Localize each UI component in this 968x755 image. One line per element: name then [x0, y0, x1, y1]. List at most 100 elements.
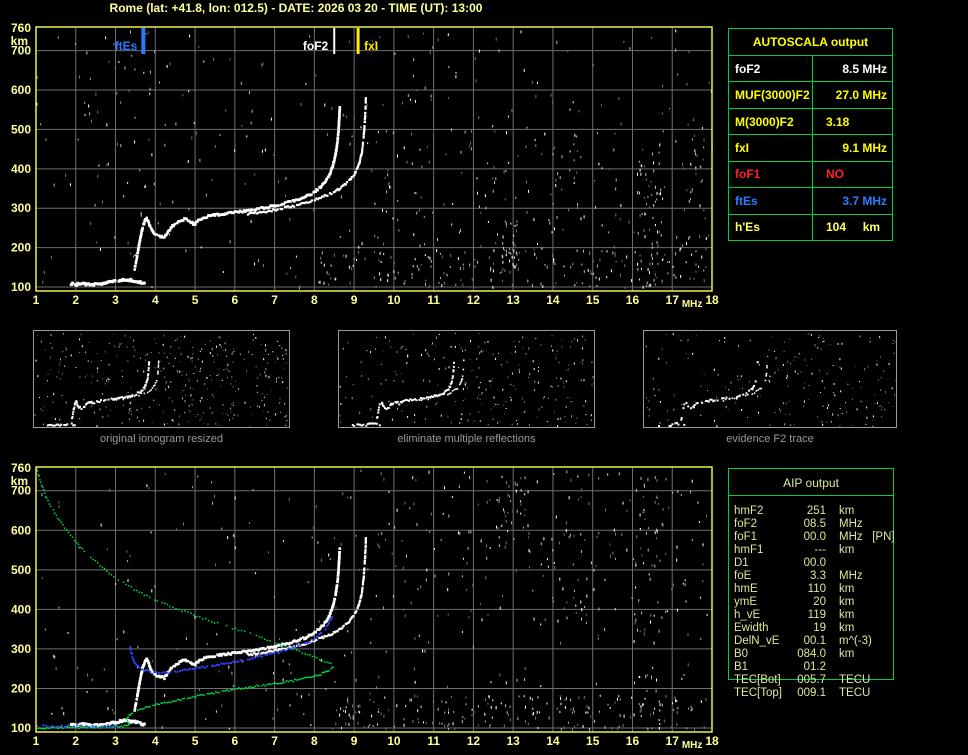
- aip-value: 110: [807, 583, 826, 595]
- svg-text:14: 14: [546, 734, 560, 748]
- svg-text:1: 1: [33, 734, 40, 748]
- aip-label: Ewidth: [734, 622, 769, 634]
- svg-text:760: 760: [11, 21, 31, 35]
- autoscala-value: 3.18: [826, 114, 850, 129]
- aip-label: D1: [734, 557, 749, 569]
- ionogram-traces: [69, 97, 367, 287]
- svg-text:11: 11: [427, 293, 440, 307]
- svg-text:500: 500: [11, 563, 31, 577]
- restored-trace: [36, 616, 334, 729]
- aip-unit: km: [839, 648, 855, 660]
- svg-text:4: 4: [152, 293, 159, 307]
- panel-border: [643, 330, 897, 428]
- panel-original-ionogram: [33, 330, 290, 428]
- aip-value: 00.1: [803, 635, 826, 647]
- aip-label: foF2: [734, 518, 758, 530]
- svg-text:1: 1: [33, 293, 40, 307]
- panel-noise: [645, 333, 897, 428]
- autoscala-label: foF1: [729, 161, 813, 188]
- aip-label: foF1: [734, 531, 758, 543]
- svg-text:3: 3: [112, 734, 119, 748]
- aip-unit: MHz: [839, 518, 863, 530]
- svg-text:MHz: MHz: [682, 299, 703, 310]
- aip-row-D1: D1 00.0: [734, 557, 904, 570]
- svg-text:4: 4: [152, 734, 159, 748]
- aip-table: AIP output hmF2 251 km foF2 08.5 MHz foF1 00.0 M…: [728, 468, 895, 699]
- electron-density-profile: [36, 468, 334, 730]
- svg-text:km: km: [11, 34, 28, 48]
- aip-value: 251: [806, 505, 826, 517]
- svg-text:500: 500: [11, 122, 31, 136]
- aip-title: AIP output: [783, 476, 839, 490]
- svg-text:6: 6: [231, 734, 238, 748]
- svg-text:8: 8: [311, 734, 318, 748]
- aip-unit: m^(-3): [839, 635, 872, 647]
- autoscala-value: 9.1 MHz: [842, 140, 887, 155]
- aip-row-h_vE: h_vE 119 km: [734, 609, 904, 622]
- autoscala-row-MUF(3000)F2: MUF(3000)F2 27.0 MHz: [729, 82, 892, 109]
- aip-label: TEC[Top]: [734, 687, 782, 699]
- aip-title-divider: [729, 495, 893, 496]
- svg-text:5: 5: [192, 734, 199, 748]
- aip-row-foF2: foF2 08.5 MHz: [734, 518, 904, 531]
- autoscala-value: 104 km: [826, 220, 881, 235]
- autoscala-label: MUF(3000)F2: [729, 82, 813, 108]
- aip-label: hmF2: [734, 505, 764, 517]
- panel-caption-original: original ionogram resized: [100, 433, 223, 445]
- aip-value: 084.0: [797, 648, 826, 660]
- aip-label: TEC[Bot]: [734, 674, 781, 686]
- aip-value: 20: [813, 596, 826, 608]
- aip-value: 00.0: [803, 531, 826, 543]
- aip-unit: km: [839, 596, 855, 608]
- aip-value: 009.1: [797, 687, 826, 699]
- svg-text:MHz: MHz: [682, 740, 703, 751]
- marker-label-foF2: foF2: [303, 39, 329, 53]
- svg-text:2: 2: [72, 734, 79, 748]
- aip-unit: MHz: [839, 570, 863, 582]
- svg-text:100: 100: [11, 721, 31, 735]
- aip-label: B1: [734, 661, 749, 673]
- svg-text:200: 200: [11, 241, 31, 255]
- autoscala-title: AUTOSCALA output: [729, 29, 892, 56]
- svg-text:18: 18: [705, 293, 719, 307]
- aip-unit: TECU: [839, 674, 871, 686]
- autoscala-row-ftEs: ftEs 3.7 MHz: [729, 188, 892, 215]
- marker-label-fxI: fxI: [364, 39, 378, 53]
- autoscala-row-M(3000)F2: M(3000)F2 3.18: [729, 108, 892, 136]
- autoscala-label: M(3000)F2: [729, 108, 813, 135]
- aip-label: hmE: [734, 583, 758, 595]
- svg-text:5: 5: [192, 293, 199, 307]
- aip-value: 00.0: [803, 557, 826, 569]
- svg-text:17: 17: [666, 734, 680, 748]
- aip-value: ---: [814, 544, 827, 556]
- aip-value: 01.2: [803, 661, 826, 673]
- frequency-markers: ftEs foF2 fxI: [115, 28, 378, 54]
- autoscala-label: ftEs: [729, 188, 813, 214]
- svg-text:300: 300: [11, 642, 31, 656]
- aip-row-DelN_vE: DelN_vE 00.1 m^(-3): [734, 635, 904, 648]
- svg-text:760: 760: [11, 461, 31, 475]
- autoscala-value: 3.7 MHz: [842, 193, 887, 208]
- autoscala-label: fxI: [729, 135, 813, 161]
- svg-text:10: 10: [387, 293, 401, 307]
- autoscala-value: NO: [826, 167, 844, 182]
- page-root: { "title": "Rome (lat: +41.8, lon: 012.5…: [0, 0, 968, 755]
- aip-unit: TECU: [839, 687, 871, 699]
- svg-text:9: 9: [351, 734, 358, 748]
- bottom-ionogram-plot: 760700600500400300200100km1 2 3 4 5 6 7 8 9 10 11 1…: [11, 461, 719, 751]
- aip-value: 08.5: [803, 518, 826, 530]
- autoscala-value: 27.0 MHz: [835, 88, 887, 103]
- svg-text:600: 600: [11, 83, 31, 97]
- aip-row-Ewidth: Ewidth 19 km: [734, 622, 904, 635]
- aip-row-hmE: hmE 110 km: [734, 583, 904, 596]
- svg-text:7: 7: [271, 734, 278, 748]
- svg-text:16: 16: [626, 293, 640, 307]
- aip-row-foE: foE 3.3 MHz: [734, 570, 904, 583]
- aip-row-hmF1: hmF1 --- km: [734, 544, 904, 557]
- autoscala-label: h'Es: [729, 214, 813, 240]
- svg-text:12: 12: [467, 293, 481, 307]
- autoscala-label: foF2: [729, 56, 813, 82]
- svg-text:9: 9: [351, 293, 358, 307]
- autoscala-row-foF1: foF1 NO: [729, 161, 892, 189]
- axis-labels: 760700600500400300200100km1 2 3 4 5 6 7 8 9 10 11 1…: [11, 461, 719, 751]
